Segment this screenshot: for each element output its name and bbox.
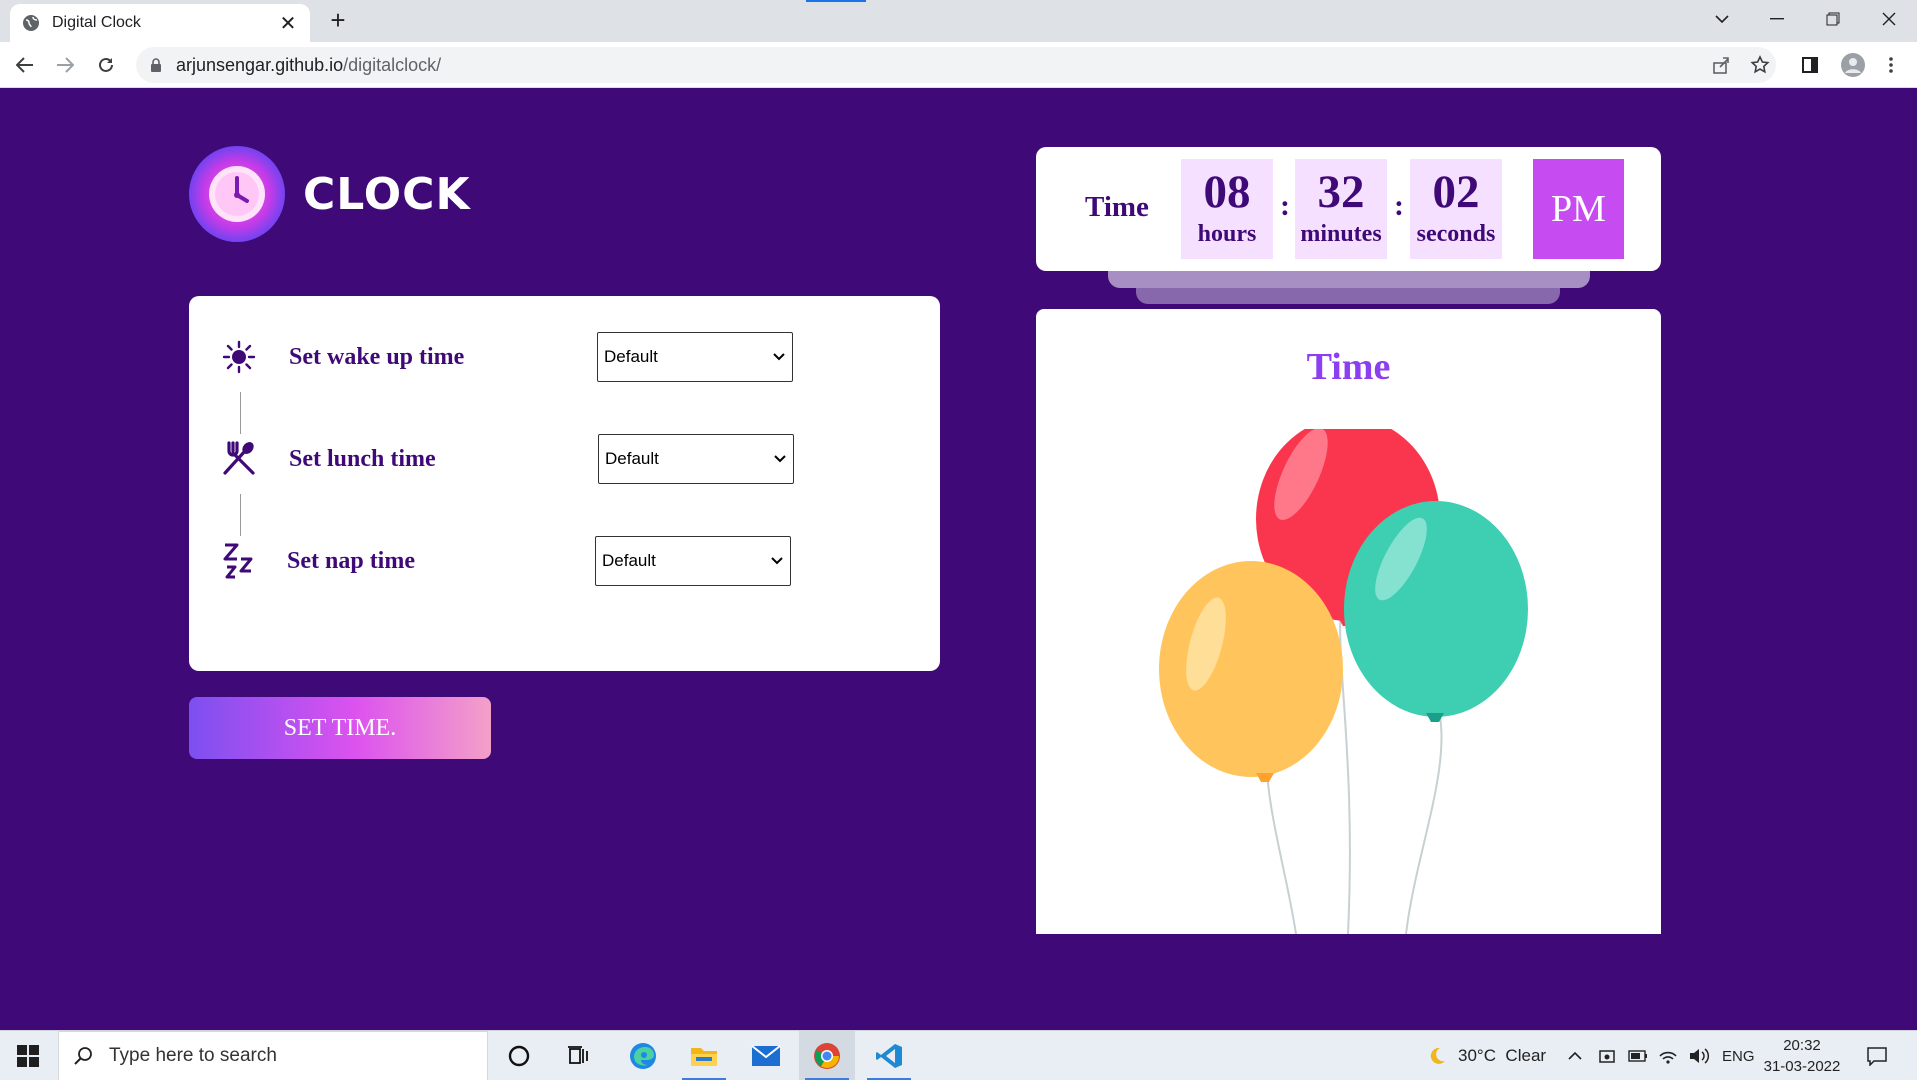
cortana-icon[interactable] <box>494 1031 544 1080</box>
profile-avatar[interactable] <box>1838 50 1868 80</box>
bookmark-star-icon[interactable] <box>1745 50 1775 80</box>
nap-row: Set nap time Default <box>189 531 940 591</box>
logo-text: CLOCK <box>303 168 471 220</box>
logo: CLOCK <box>189 146 471 242</box>
nap-select-value: Default <box>602 551 656 570</box>
set-time-button[interactable]: SET TIME. <box>189 697 491 759</box>
hours-box: 08 hours <box>1181 159 1273 259</box>
fork-spoon-icon <box>219 439 259 479</box>
reload-icon[interactable] <box>91 50 121 80</box>
browser-toolbar: arjunsengar.github.io/digitalclock/ <box>0 42 1917 88</box>
menu-kebab-icon[interactable] <box>1876 50 1906 80</box>
wake-up-select[interactable]: Default <box>597 332 793 382</box>
lunch-select-value: Default <box>605 449 659 468</box>
hours-unit: hours <box>1197 221 1257 247</box>
balloons-image <box>1159 429 1528 934</box>
minimize-button[interactable] <box>1749 0 1805 38</box>
nap-label: Set nap time <box>287 547 415 574</box>
nap-select[interactable]: Default <box>595 536 791 586</box>
lunch-row: Set lunch time Default <box>189 429 940 489</box>
taskbar-clock[interactable]: 20:32 31-03-2022 <box>1754 1035 1850 1077</box>
meet-now-icon[interactable] <box>1598 1031 1616 1080</box>
clock-label: Time <box>1085 191 1149 223</box>
url-text: arjunsengar.github.io/digitalclock/ <box>176 55 441 76</box>
taskbar-date: 31-03-2022 <box>1763 1058 1841 1075</box>
lunch-select[interactable]: Default <box>598 434 794 484</box>
tab-hint-bar <box>806 0 866 2</box>
wake-up-row: Set wake up time Default <box>189 327 940 387</box>
close-tab-icon[interactable]: ✕ <box>278 11 298 36</box>
globe-icon <box>22 14 40 32</box>
share-icon[interactable] <box>1706 50 1736 80</box>
windows-start-icon[interactable] <box>0 1031 56 1080</box>
battery-icon[interactable] <box>1628 1031 1648 1080</box>
mail-icon[interactable] <box>738 1031 794 1080</box>
sun-icon <box>219 337 259 377</box>
lock-icon[interactable] <box>150 58 162 72</box>
side-panel-icon[interactable] <box>1795 50 1825 80</box>
windows-taskbar: Type here to search 30°C Clear ENG 20:32… <box>0 1030 1917 1080</box>
close-window-button[interactable] <box>1861 0 1917 38</box>
colon-separator: : <box>1280 189 1290 222</box>
connector-line <box>240 494 241 536</box>
url-path: /digitalclock/ <box>343 54 442 75</box>
weather-text: 30°C Clear <box>1458 1046 1547 1065</box>
url-host: arjunsengar.github.io <box>176 54 344 75</box>
seconds-unit: seconds <box>1416 221 1496 247</box>
image-card-title: Time <box>1306 346 1391 388</box>
browser-tab[interactable]: Digital Clock ✕ <box>10 4 310 42</box>
lunch-label: Set lunch time <box>289 445 436 472</box>
back-icon[interactable] <box>10 50 40 80</box>
clock-logo-icon <box>189 146 285 242</box>
wifi-icon[interactable] <box>1658 1031 1678 1080</box>
zzz-icon <box>219 541 259 581</box>
notifications-icon[interactable] <box>1866 1031 1888 1080</box>
edge-browser-icon[interactable] <box>615 1031 671 1080</box>
restore-button[interactable] <box>1805 0 1861 38</box>
chevron-down-icon <box>774 455 786 463</box>
minutes-box: 32 minutes <box>1295 159 1387 259</box>
tab-search-icon[interactable] <box>1694 0 1750 38</box>
image-card: Time <box>1036 309 1661 934</box>
address-bar[interactable]: arjunsengar.github.io/digitalclock/ <box>136 47 1776 83</box>
minutes-unit: minutes <box>1300 221 1382 247</box>
tab-strip: Digital Clock ✕ + <box>0 0 1917 42</box>
ampm-indicator: PM <box>1533 159 1624 259</box>
task-view-icon[interactable] <box>553 1031 603 1080</box>
page-content: CLOCK Set wake up time Default Set lunch… <box>0 88 1917 1030</box>
show-hidden-icons[interactable] <box>1568 1031 1582 1080</box>
search-icon <box>74 1047 92 1065</box>
wake-up-select-value: Default <box>604 347 658 366</box>
volume-icon[interactable] <box>1688 1031 1710 1080</box>
file-explorer-icon[interactable] <box>676 1031 732 1080</box>
seconds-box: 02 seconds <box>1410 159 1502 259</box>
minutes-value: 32 <box>1317 166 1365 218</box>
wake-up-label: Set wake up time <box>289 343 465 370</box>
chrome-icon[interactable] <box>799 1031 855 1080</box>
vscode-icon[interactable] <box>861 1031 917 1080</box>
search-placeholder: Type here to search <box>109 1045 277 1066</box>
language-indicator[interactable]: ENG <box>1722 1031 1755 1080</box>
hours-value: 08 <box>1203 166 1251 218</box>
weather-widget[interactable]: 30°C Clear <box>1426 1031 1546 1080</box>
seconds-value: 02 <box>1432 166 1480 218</box>
connector-line <box>240 392 241 434</box>
new-tab-button[interactable]: + <box>323 6 353 36</box>
moon-icon <box>1430 1047 1445 1064</box>
alarm-settings-card: Set wake up time Default Set lunch time … <box>189 296 940 671</box>
taskbar-time: 20:32 <box>1783 1037 1821 1054</box>
chevron-down-icon <box>773 353 785 361</box>
forward-icon[interactable] <box>50 50 80 80</box>
chevron-down-icon <box>771 557 783 565</box>
digital-clock-card: Time 08 hours : 32 minutes : 02 seconds … <box>1036 147 1661 271</box>
taskbar-search[interactable]: Type here to search <box>58 1031 488 1080</box>
colon-separator: : <box>1394 189 1404 222</box>
tab-title: Digital Clock <box>52 14 141 31</box>
